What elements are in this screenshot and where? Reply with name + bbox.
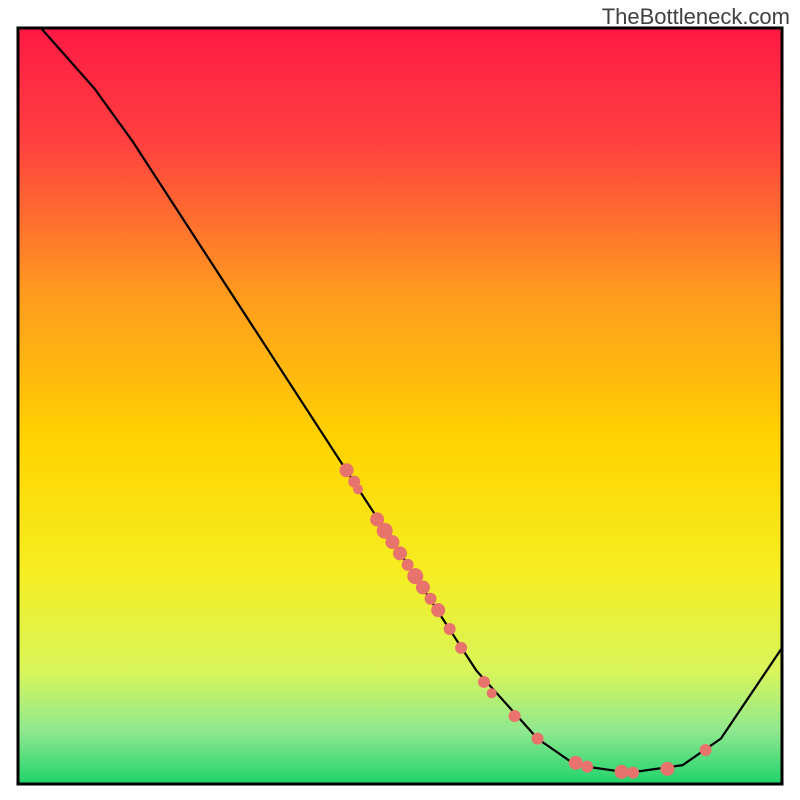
marker-dot	[487, 688, 497, 698]
watermark-text: TheBottleneck.com	[602, 4, 790, 30]
marker-dot	[444, 623, 456, 635]
marker-dot	[478, 676, 490, 688]
marker-dot	[425, 593, 437, 605]
marker-dot	[615, 765, 629, 779]
marker-dot	[455, 642, 467, 654]
marker-dot	[340, 463, 354, 477]
marker-dot	[393, 546, 407, 560]
marker-dot	[509, 710, 521, 722]
bottleneck-chart	[0, 0, 800, 800]
chart-container: TheBottleneck.com	[0, 0, 800, 800]
marker-dot	[569, 756, 583, 770]
marker-dot	[660, 762, 674, 776]
marker-dot	[532, 733, 544, 745]
marker-dot	[416, 580, 430, 594]
marker-dot	[431, 603, 445, 617]
marker-dot	[353, 484, 363, 494]
marker-dot	[627, 767, 639, 779]
marker-dot	[700, 744, 712, 756]
marker-dot	[581, 761, 593, 773]
